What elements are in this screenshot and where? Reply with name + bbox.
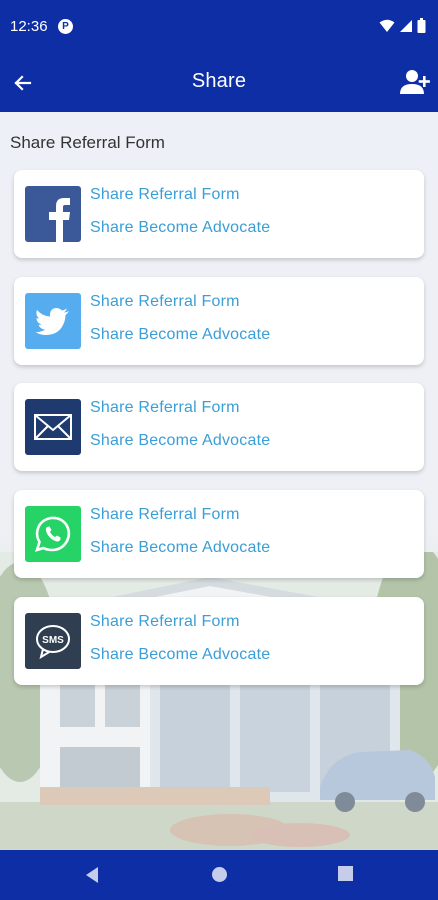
share-card-facebook: Share Referral Form Share Become Advocat… [14,170,424,258]
section-title: Share Referral Form [10,133,165,152]
share-become-advocate-link[interactable]: Share Become Advocate [90,539,270,557]
app-bar: Share [0,54,438,112]
add-user-icon[interactable] [400,67,432,97]
status-bar: 12:36 P [0,0,438,54]
share-card-sms: SMS Share Referral Form Share Become Adv… [14,597,424,685]
sms-icon[interactable]: SMS [25,613,81,669]
battery-icon [417,18,426,33]
system-icons [379,18,426,33]
svg-text:SMS: SMS [42,635,64,646]
system-nav-bar [0,850,438,900]
share-referral-form-link[interactable]: Share Referral Form [90,613,240,631]
facebook-icon[interactable] [25,186,81,242]
twitter-icon[interactable] [25,293,81,349]
share-card-email: Share Referral Form Share Become Advocat… [14,383,424,471]
share-referral-form-link[interactable]: Share Referral Form [90,186,240,204]
p-circle-icon: P [58,19,73,34]
signal-icon [400,19,412,32]
share-card-whatsapp: Share Referral Form Share Become Advocat… [14,490,424,578]
share-become-advocate-link[interactable]: Share Become Advocate [90,432,270,450]
share-referral-form-link[interactable]: Share Referral Form [90,293,240,311]
email-icon[interactable] [25,399,81,455]
whatsapp-icon[interactable] [25,506,81,562]
share-referral-form-link[interactable]: Share Referral Form [90,506,240,524]
share-content: Share Referral Form Share Referral Form … [0,112,438,850]
page-title: Share [191,70,247,92]
share-become-advocate-link[interactable]: Share Become Advocate [90,646,270,664]
share-become-advocate-link[interactable]: Share Become Advocate [90,326,270,344]
share-card-twitter: Share Referral Form Share Become Advocat… [14,277,424,365]
share-become-advocate-link[interactable]: Share Become Advocate [90,219,270,237]
nav-back-icon[interactable] [84,866,100,884]
wifi-icon [379,19,395,32]
nav-home-icon[interactable] [211,866,228,883]
nav-recents-icon[interactable] [338,866,353,881]
share-referral-form-link[interactable]: Share Referral Form [90,399,240,417]
status-time: 12:36 [10,18,48,35]
